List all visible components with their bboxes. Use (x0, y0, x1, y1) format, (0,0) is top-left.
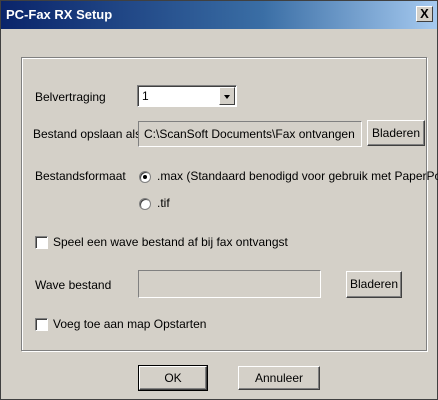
close-icon: X (420, 6, 429, 21)
startup-checkbox-label[interactable]: Voeg toe aan map Opstarten (53, 317, 206, 331)
format-max-label[interactable]: .max (Standaard benodigd voor gebruik me… (157, 169, 438, 183)
wave-bestand-browse-button[interactable]: Bladeren (346, 271, 402, 298)
bestandsformaat-label: Bestandsformaat (35, 169, 126, 183)
format-tif-label[interactable]: .tif (157, 196, 170, 210)
wave-bestand-label: Wave bestand (35, 278, 112, 292)
wave-checkbox-label[interactable]: Speel een wave bestand af bij fax ontvan… (53, 235, 288, 249)
ok-button[interactable]: OK (138, 365, 208, 391)
wave-bestand-path-field[interactable] (138, 270, 321, 298)
pc-fax-rx-setup-dialog: PC-Fax RX Setup X Belvertraging 1 Bestan… (0, 0, 438, 400)
wave-checkbox[interactable] (35, 236, 48, 249)
bestand-opslaan-label: Bestand opslaan als (33, 127, 142, 141)
startup-checkbox[interactable] (35, 318, 48, 331)
bestand-opslaan-browse-button[interactable]: Bladeren (367, 120, 425, 146)
belvertraging-label: Belvertraging (35, 90, 106, 104)
format-max-radio[interactable] (139, 171, 151, 183)
bestand-opslaan-path: C:\ScanSoft Documents\Fax ontvangen (144, 127, 355, 141)
close-button[interactable]: X (416, 6, 433, 22)
title-bar[interactable]: PC-Fax RX Setup X (1, 1, 437, 29)
bestand-opslaan-path-field[interactable]: C:\ScanSoft Documents\Fax ontvangen (138, 121, 362, 147)
radio-selected-dot (143, 175, 147, 179)
belvertraging-value: 1 (142, 89, 149, 103)
window-title: PC-Fax RX Setup (6, 7, 113, 22)
cancel-button[interactable]: Annuleer (238, 366, 320, 390)
belvertraging-select[interactable]: 1 (137, 85, 237, 107)
format-tif-radio[interactable] (139, 198, 151, 210)
chevron-down-icon[interactable] (219, 87, 235, 105)
